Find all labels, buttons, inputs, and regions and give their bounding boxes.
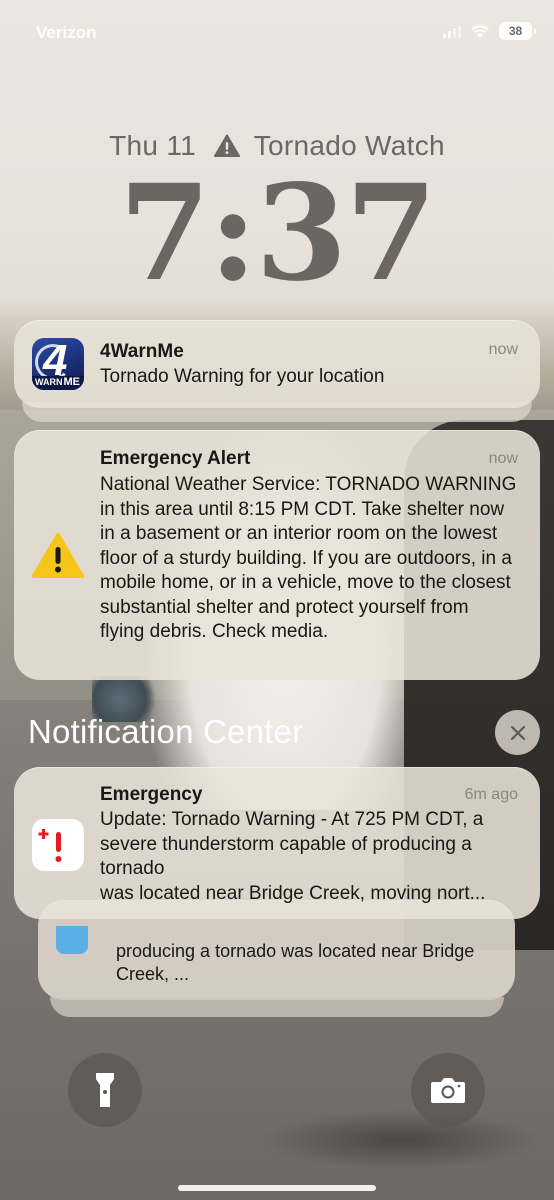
notification-stack-edge xyxy=(50,997,504,1017)
signal-icon xyxy=(443,24,461,38)
camera-icon xyxy=(431,1078,465,1103)
lock-clock: 7:37 xyxy=(118,156,437,311)
notification-app-name: Emergency xyxy=(100,784,203,805)
notification-body: Update: Tornado Warning - At 725 PM CDT,… xyxy=(100,809,486,904)
battery-level: 38 xyxy=(508,24,523,38)
notification-4warnme[interactable]: 4 WARN ME 4WarnMe now Tornado Warning for… xyxy=(14,320,540,408)
status-bar: Verizon 38 xyxy=(0,0,554,60)
emergency-app-icon xyxy=(32,819,84,871)
notification-emergency[interactable]: Emergency 6m ago Update: Tornado Warning… xyxy=(14,767,540,919)
warning-triangle-icon xyxy=(214,134,241,157)
camera-button[interactable] xyxy=(411,1053,485,1127)
battery-icon: 38 xyxy=(499,22,536,40)
notification-time: 6m ago xyxy=(464,786,518,803)
notification-body: Tornado Warning for your location xyxy=(100,366,385,387)
notification-center-title: Notification Center xyxy=(28,713,304,750)
status-icons: 38 xyxy=(443,22,536,40)
4warnme-app-icon: 4 WARN ME xyxy=(32,338,84,390)
flashlight-button[interactable] xyxy=(68,1053,142,1127)
notification-body: National Weather Service: TORNADO WARNIN… xyxy=(100,474,517,642)
notification-app-name: 4WarnMe xyxy=(100,341,184,362)
notification-time: now xyxy=(488,450,518,467)
close-icon xyxy=(510,725,525,740)
flashlight-icon xyxy=(96,1073,114,1107)
app-icon xyxy=(56,926,88,954)
notification-app-name: Emergency Alert xyxy=(100,448,251,469)
carrier-name: Verizon xyxy=(36,23,97,42)
notification-time: now xyxy=(488,341,518,358)
stacked-notification-preview: producing a tornado was located near Bri… xyxy=(116,941,475,984)
home-indicator[interactable] xyxy=(178,1185,376,1191)
clear-notifications-button[interactable] xyxy=(495,710,540,755)
notification-emergency-alert[interactable]: Emergency Alert now National Weather Ser… xyxy=(14,430,540,680)
wifi-icon xyxy=(471,24,489,38)
warning-triangle-icon xyxy=(32,533,84,578)
